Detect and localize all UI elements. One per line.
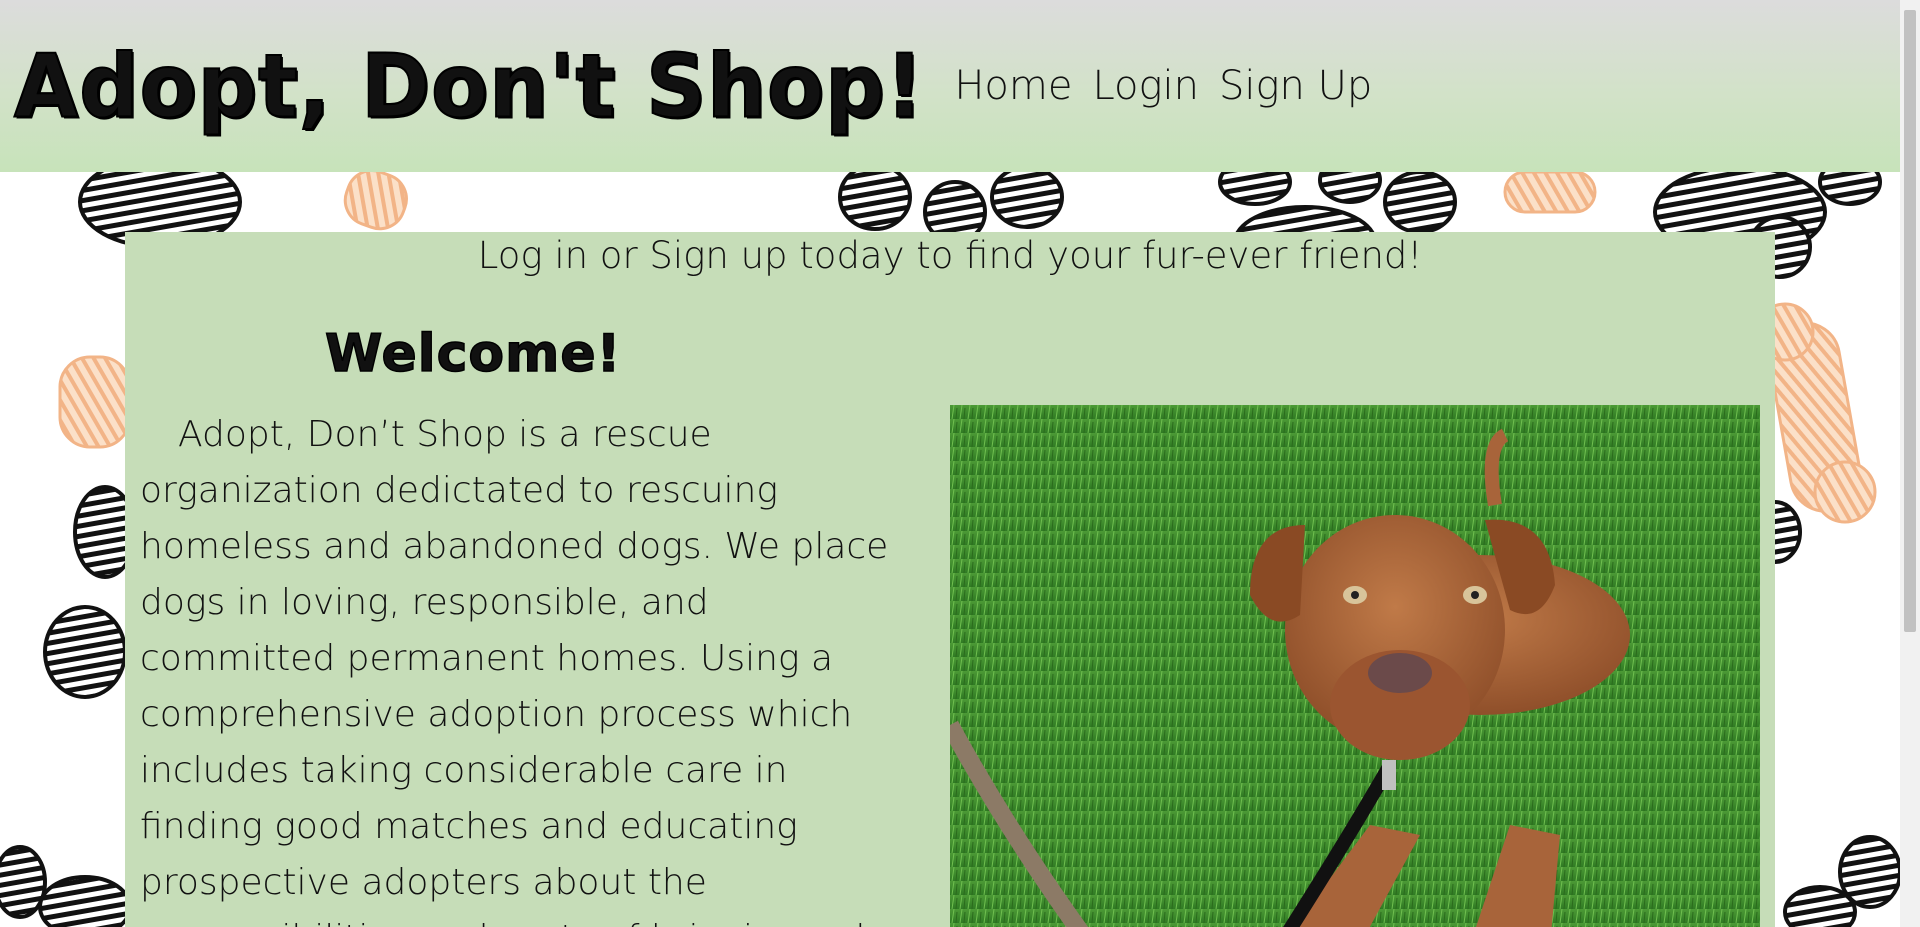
scrollbar-thumb[interactable] [1904,10,1916,632]
nav-signup-link[interactable]: Sign Up [1219,63,1372,109]
nav-home-link[interactable]: Home [954,63,1072,109]
tagline: Log in or Sign up today to find your fur… [477,234,1423,277]
welcome-heading: Welcome! [324,323,622,385]
dog-photo [950,405,1760,927]
vertical-scrollbar[interactable] [1900,0,1920,927]
main-nav: Home Login Sign Up [954,63,1372,109]
nav-login-link[interactable]: Login [1092,63,1199,109]
site-header: Adopt, Don't Shop! Home Login Sign Up [0,0,1900,172]
main-panel: Log in or Sign up today to find your fur… [125,232,1775,927]
site-title[interactable]: Adopt, Don't Shop! [13,34,924,138]
page: Adopt, Don't Shop! Home Login Sign Up Lo… [0,0,1920,927]
about-paragraph: Adopt, Don’t Shop is a rescue organizati… [140,414,909,927]
